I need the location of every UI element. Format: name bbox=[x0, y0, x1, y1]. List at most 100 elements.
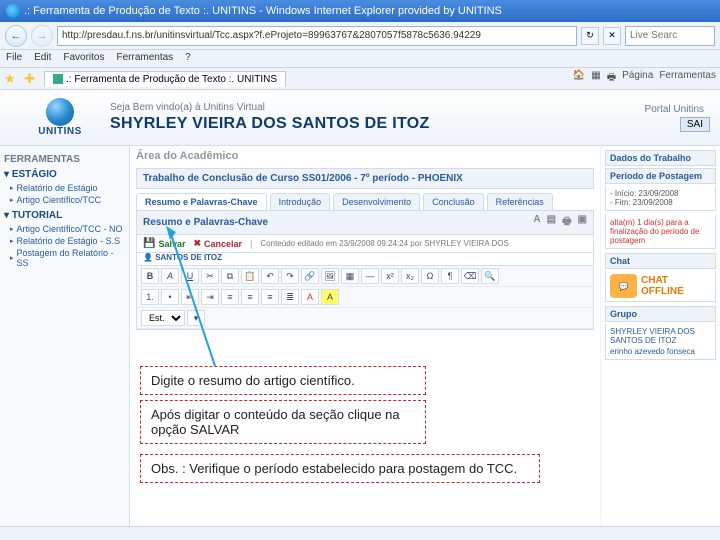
dados-heading: Dados do Trabalho bbox=[605, 150, 716, 166]
back-button[interactable]: ← bbox=[5, 25, 27, 47]
bgcolor-icon[interactable]: A bbox=[321, 289, 339, 305]
group-member-2: erinho azevedo fonseca bbox=[610, 347, 711, 356]
sidebar-estagio-heading[interactable]: ▾ ESTÁGIO bbox=[4, 169, 125, 180]
area-heading: Área do Acadêmico bbox=[136, 150, 594, 162]
ol-icon[interactable]: 1. bbox=[141, 289, 159, 305]
callout-periodo: Obs. : Verifique o período estabelecido … bbox=[140, 454, 540, 483]
char-icon[interactable]: Ω bbox=[421, 268, 439, 284]
window-titlebar: .: Ferramenta de Produção de Texto :. UN… bbox=[0, 0, 720, 22]
style-select[interactable]: Est. bbox=[141, 310, 185, 326]
tool-icon[interactable]: ▤ bbox=[547, 214, 556, 231]
unitins-logo: UNITINS bbox=[10, 96, 110, 140]
indent-icon[interactable]: ⇥ bbox=[201, 289, 219, 305]
menu-edit[interactable]: Edit bbox=[34, 52, 51, 65]
refresh-button[interactable]: ↻ bbox=[581, 27, 599, 45]
sub-icon[interactable]: x₂ bbox=[401, 268, 419, 284]
menu-tools[interactable]: Ferramentas bbox=[116, 52, 173, 65]
tab-resumo[interactable]: Resumo e Palavras-Chave bbox=[136, 193, 267, 210]
save-button[interactable]: Salvar bbox=[143, 238, 185, 249]
bold-icon[interactable]: B bbox=[141, 268, 159, 284]
window-title: .: Ferramenta de Produção de Texto :. UN… bbox=[24, 5, 502, 17]
stop-button[interactable]: ✕ bbox=[603, 27, 621, 45]
feed-icon[interactable]: ▦ bbox=[591, 70, 600, 87]
browser-tab[interactable]: .: Ferramenta de Produção de Texto :. UN… bbox=[44, 71, 286, 87]
hr-icon[interactable]: — bbox=[361, 268, 379, 284]
italic-icon[interactable]: A bbox=[161, 268, 179, 284]
status-bar bbox=[0, 526, 720, 540]
code-icon[interactable]: ¶ bbox=[441, 268, 459, 284]
search-input[interactable] bbox=[625, 26, 715, 46]
callout-salvar: Após digitar o conteúdo da seção clique … bbox=[140, 400, 426, 444]
redo-icon[interactable]: ↷ bbox=[281, 268, 299, 284]
sidebar-tutorial-heading[interactable]: ▾ TUTORIAL bbox=[4, 210, 125, 221]
menu-help[interactable]: ? bbox=[185, 52, 191, 65]
address-bar[interactable] bbox=[57, 26, 577, 46]
undo-icon[interactable]: ↶ bbox=[261, 268, 279, 284]
portal-link[interactable]: Portal Unitins bbox=[645, 104, 704, 115]
welcome-text: Seja Bem vindo(a) à Unitins Virtual bbox=[110, 102, 645, 113]
periodo-body: - Início: 23/09/2008 - Fim: 23/09/2008 bbox=[605, 186, 716, 211]
underline-icon[interactable]: U bbox=[181, 268, 199, 284]
print2-icon[interactable]: 🖶 bbox=[562, 214, 571, 231]
grupo-heading: Grupo bbox=[605, 306, 716, 322]
sidebar-item-artigo-tcc-no[interactable]: Artigo Científico/TCC - NO bbox=[4, 223, 125, 235]
cancel-button[interactable]: Cancelar bbox=[193, 238, 242, 249]
forward-button[interactable]: → bbox=[31, 25, 53, 47]
favorites-star-icon[interactable]: ★ bbox=[4, 71, 20, 87]
menu-favorites[interactable]: Favoritos bbox=[63, 52, 104, 65]
close-section-icon[interactable]: ▣ bbox=[578, 214, 587, 231]
logo-text: UNITINS bbox=[38, 126, 82, 137]
logout-button[interactable]: SAI bbox=[680, 117, 710, 132]
home-icon[interactable]: 🏠 bbox=[573, 70, 585, 87]
paste-icon[interactable]: 📋 bbox=[241, 268, 259, 284]
clear-icon[interactable]: ⌫ bbox=[461, 268, 479, 284]
align-left-icon[interactable]: ≡ bbox=[221, 289, 239, 305]
chat-heading: Chat bbox=[605, 253, 716, 269]
tab-referencias[interactable]: Referências bbox=[487, 193, 553, 210]
cut-icon[interactable]: ✂ bbox=[201, 268, 219, 284]
outdent-icon[interactable]: ⇤ bbox=[181, 289, 199, 305]
site-header: UNITINS Seja Bem vindo(a) à Unitins Virt… bbox=[0, 90, 720, 146]
table-icon[interactable]: ▦ bbox=[341, 268, 359, 284]
align-center-icon[interactable]: ≡ bbox=[241, 289, 259, 305]
section-subtitle: Resumo e Palavras-Chave bbox=[143, 217, 268, 228]
align-right-icon[interactable]: ≡ bbox=[261, 289, 279, 305]
print-icon[interactable]: 🖶 bbox=[607, 70, 616, 87]
ul-icon[interactable]: • bbox=[161, 289, 179, 305]
justify-icon[interactable]: ≣ bbox=[281, 289, 299, 305]
link-icon[interactable]: 🔗 bbox=[301, 268, 319, 284]
image-icon[interactable]: 🖼 bbox=[321, 268, 339, 284]
chat-offline-text: CHAT OFFLINE bbox=[641, 275, 711, 297]
chat-status[interactable]: 💬 CHAT OFFLINE bbox=[605, 271, 716, 302]
sidebar-item-postagem-ss[interactable]: Postagem do Relatório - SS bbox=[4, 247, 125, 269]
edited-info: Conteúdo editado em 23/9/2008 09:24:24 p… bbox=[260, 239, 508, 248]
tab-conclusao[interactable]: Conclusão bbox=[423, 193, 484, 210]
toolsbtn[interactable]: Ferramentas bbox=[659, 70, 716, 87]
author-name: 👤 SANTOS DE ITOZ bbox=[143, 253, 222, 262]
find-icon[interactable]: 🔍 bbox=[481, 268, 499, 284]
pagebtn[interactable]: Página bbox=[622, 70, 653, 87]
fontcolor-icon[interactable]: A bbox=[301, 289, 319, 305]
menu-file[interactable]: File bbox=[6, 52, 22, 65]
chat-icon: 💬 bbox=[610, 274, 637, 298]
alert-text: alta(m) 1 dia(s) para a finalização do p… bbox=[605, 215, 716, 249]
sidebar-tools-heading: FERRAMENTAS bbox=[4, 154, 125, 165]
browser-tabbar: ★ ✚ .: Ferramenta de Produção de Texto :… bbox=[0, 68, 720, 90]
editor-actions: Salvar Cancelar | Conteúdo editado em 23… bbox=[136, 235, 594, 253]
expand-icon[interactable]: ▾ bbox=[187, 310, 205, 326]
copy-icon[interactable]: ⧉ bbox=[221, 268, 239, 284]
sidebar: FERRAMENTAS ▾ ESTÁGIO Relatório de Estág… bbox=[0, 146, 130, 526]
section-subtitle-bar: Resumo e Palavras-Chave A ▤ 🖶 ▣ bbox=[136, 211, 594, 235]
sidebar-item-relatorio-estagio[interactable]: Relatório de Estágio bbox=[4, 182, 125, 194]
sup-icon[interactable]: x² bbox=[381, 268, 399, 284]
tab-introducao[interactable]: Introdução bbox=[270, 193, 331, 210]
section-tabs: Resumo e Palavras-Chave Introdução Desen… bbox=[136, 193, 594, 211]
tab-desenvolvimento[interactable]: Desenvolvimento bbox=[333, 193, 420, 210]
fim-date: 23/09/2008 bbox=[633, 198, 673, 207]
group-member-1: SHYRLEY VIEIRA DOS SANTOS DE ITOZ bbox=[610, 327, 711, 345]
font-a-icon[interactable]: A bbox=[533, 214, 540, 231]
globe-icon bbox=[46, 98, 74, 126]
add-favorite-icon[interactable]: ✚ bbox=[24, 71, 40, 87]
sidebar-item-relatorio-ss[interactable]: Relatório de Estágio - S.S bbox=[4, 235, 125, 247]
sidebar-item-artigo-tcc[interactable]: Artigo Científico/TCC bbox=[4, 194, 125, 206]
